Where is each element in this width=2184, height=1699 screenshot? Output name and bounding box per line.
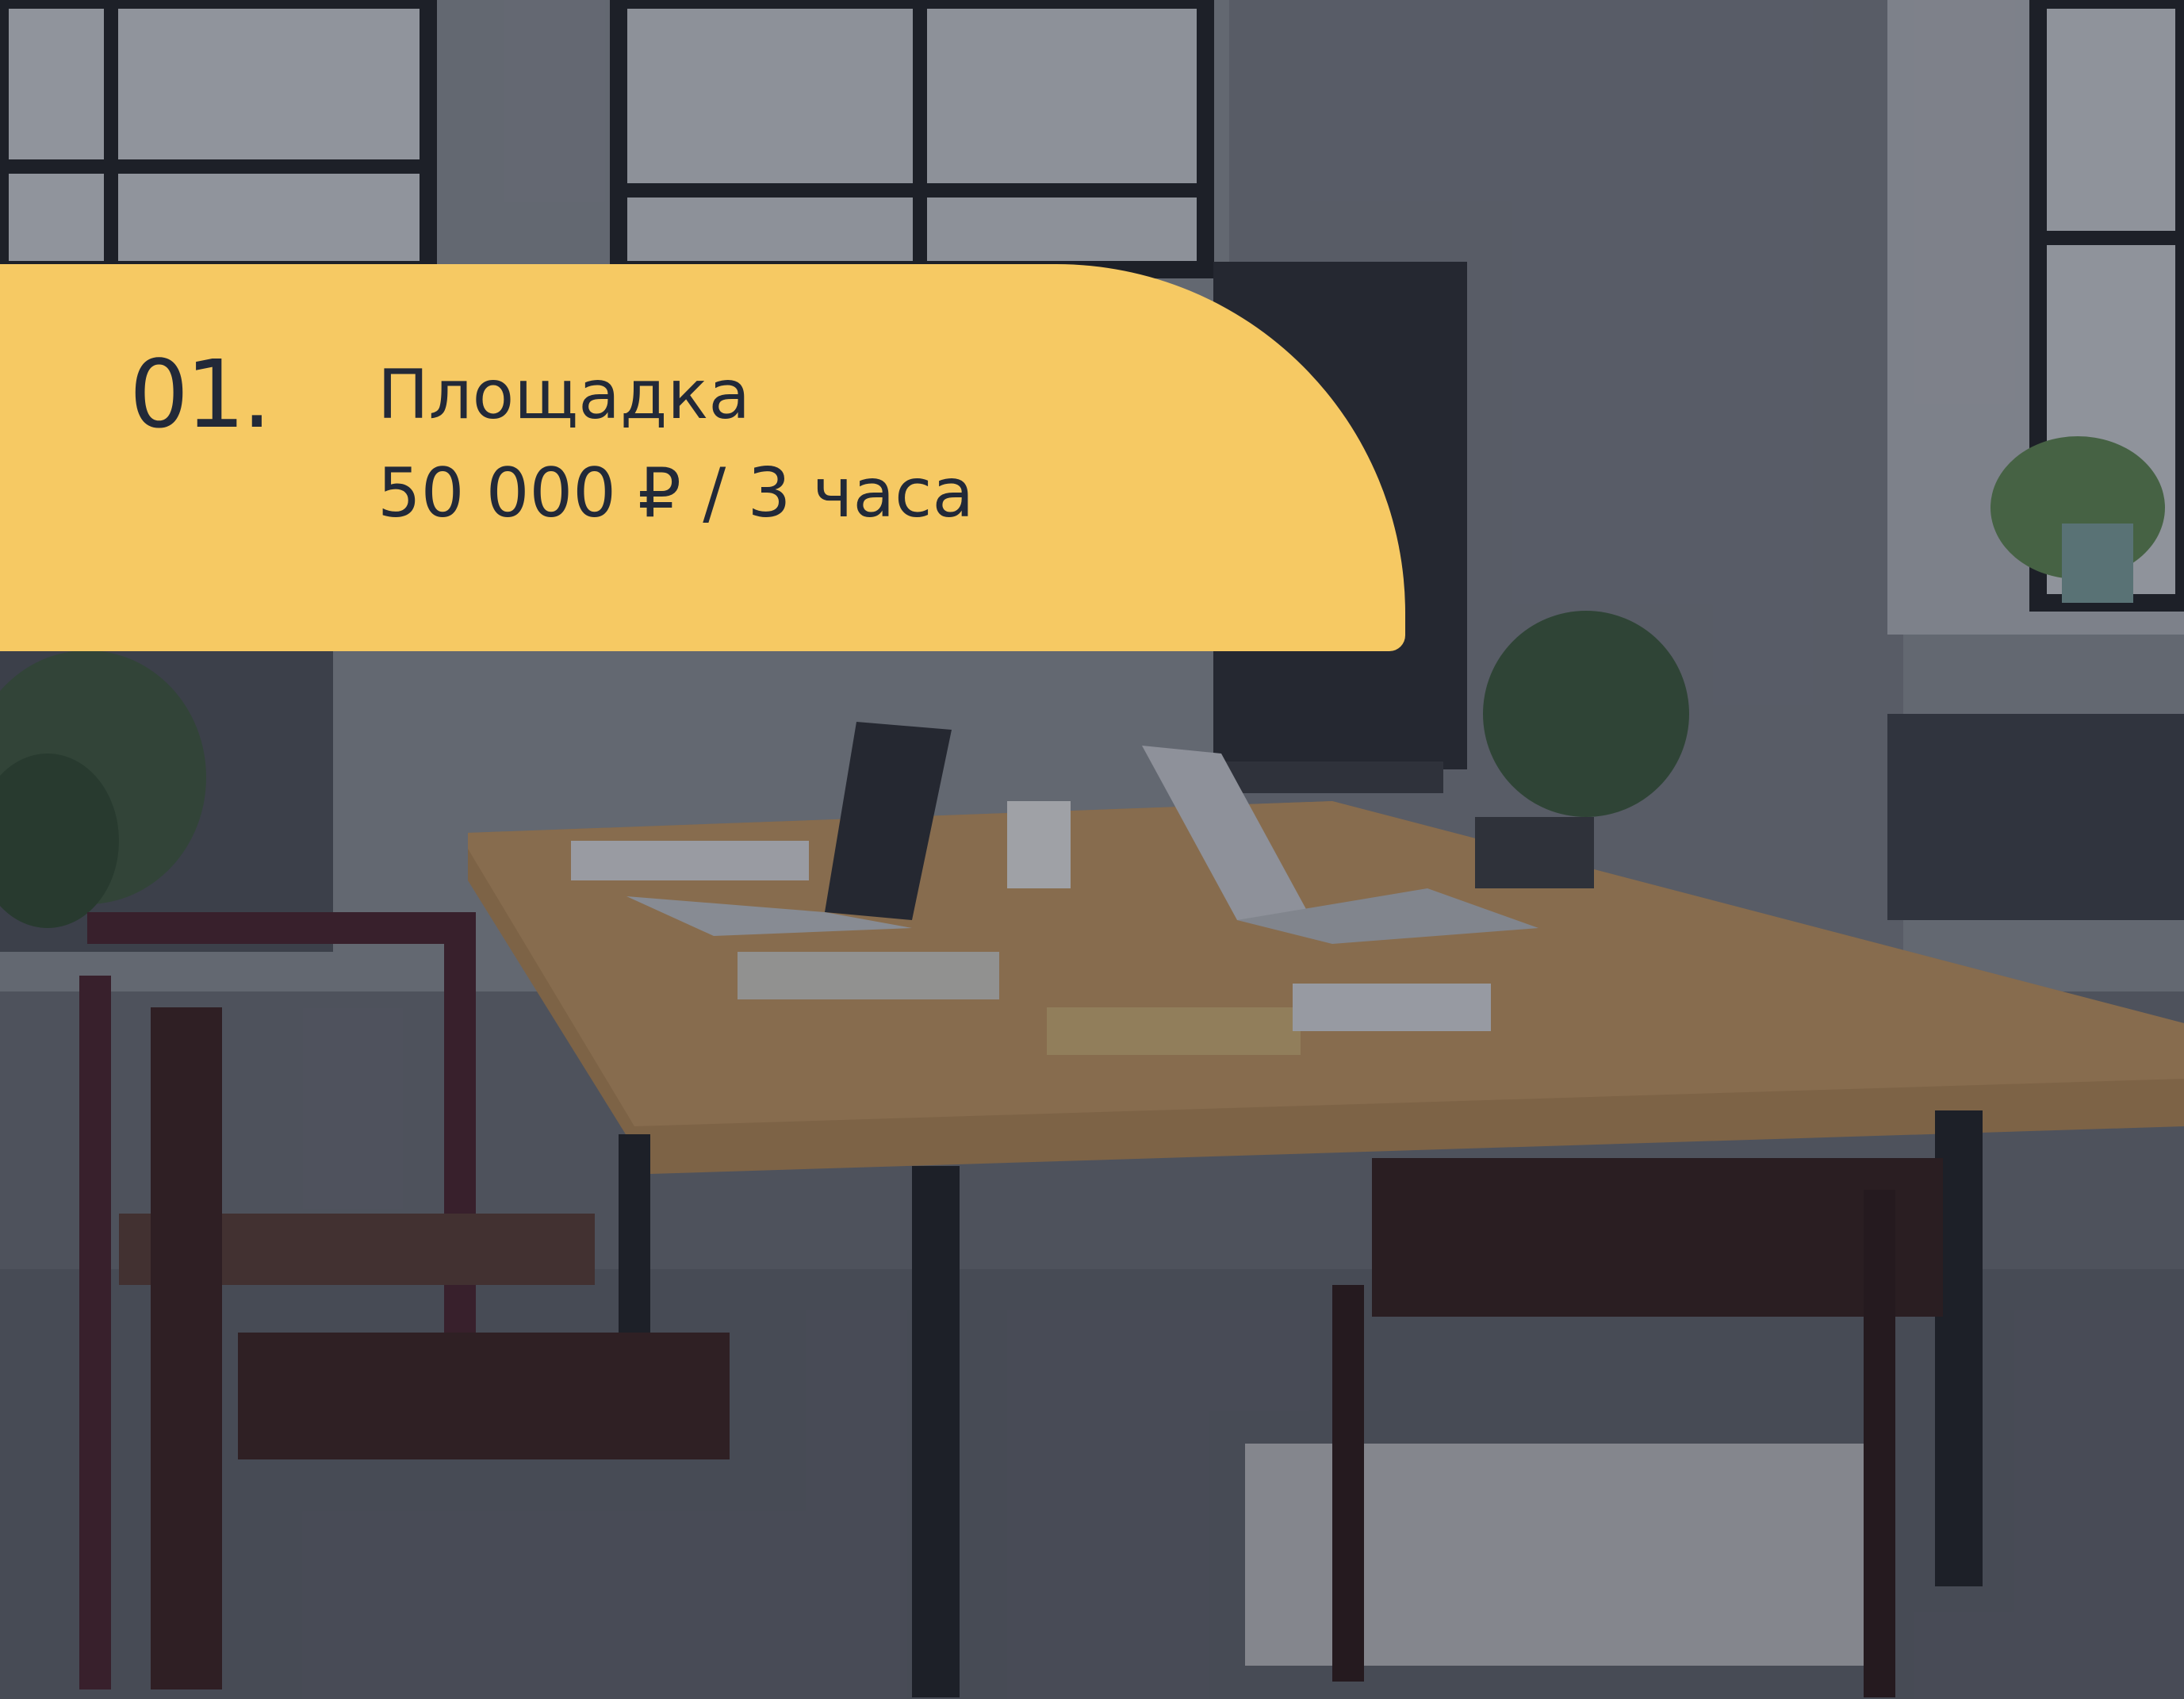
photo-dim-overlay [0,0,2184,1699]
slide: 01. Площадка 50 000 ₽ / 3 часа [0,0,2184,1699]
price-label: 50 000 ₽ / 3 часа [377,454,975,533]
section-number: 01. [129,339,272,449]
section-title: Площадка [377,355,751,435]
